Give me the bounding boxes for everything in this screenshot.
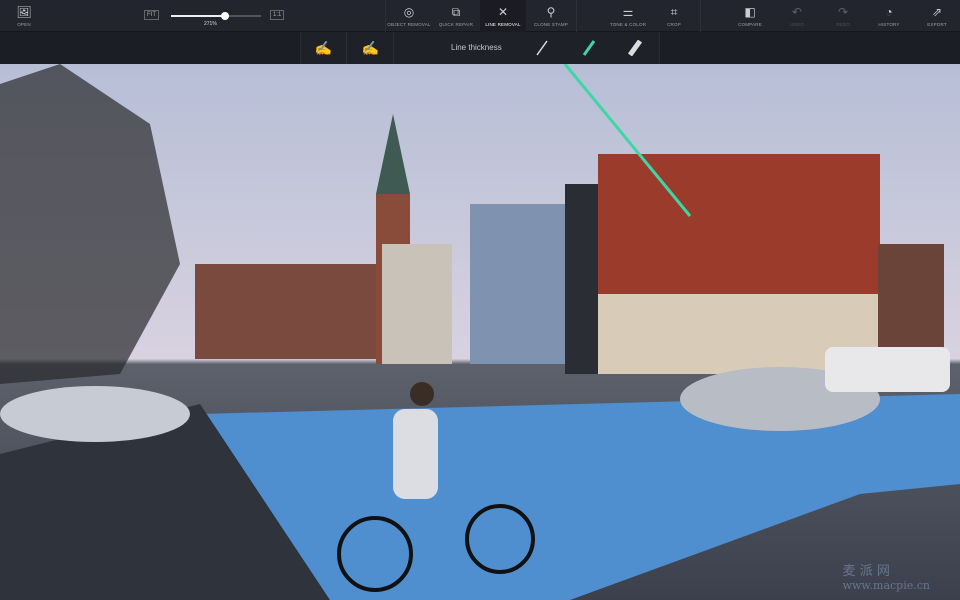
photo-scene xyxy=(0,64,960,600)
crop-icon: ⌗ xyxy=(670,5,678,19)
photo-canvas[interactable]: 麦 派 网 www.macpie.cn xyxy=(0,64,960,600)
history-icon: ◔ xyxy=(885,5,893,19)
zoom-control: FIT 271% 1:1 xyxy=(144,8,290,28)
object-removal-icon: ◎ xyxy=(403,5,415,19)
stamp-icon: ⚲ xyxy=(546,5,556,19)
tool-line-removal[interactable]: ✕ LINE REMOVAL xyxy=(480,0,526,32)
line-thickness-label: Line thickness xyxy=(451,43,502,52)
tool-crop[interactable]: ⌗ CROP xyxy=(656,0,692,32)
tool-quick-repair[interactable]: ⧉ QUICK REPAIR xyxy=(433,0,479,32)
export-icon: ⇗ xyxy=(931,5,943,19)
line-removal-options: ✍ ✍ Line thickness xyxy=(0,32,960,64)
line-removal-icon: ✕ xyxy=(497,5,509,19)
watermark: 麦 派 网 www.macpie.cn xyxy=(842,564,930,592)
tool-object-removal[interactable]: ◎ OBJECT REMOVAL xyxy=(386,0,432,32)
line-eraser-hand-icon: ✍ xyxy=(361,39,380,56)
thickness-thick[interactable] xyxy=(627,40,643,56)
erase-line-mode-button[interactable]: ✍ xyxy=(348,32,394,64)
bandage-icon: ⧉ xyxy=(451,5,461,19)
zoom-slider[interactable] xyxy=(171,12,261,20)
main-toolbar: 🖼 OPEN FIT 271% 1:1 ◎ OBJECT REMOVAL ⧉ QUI… xyxy=(0,0,960,32)
redo-icon: ↷ xyxy=(837,5,849,19)
tool-tone-color[interactable]: ⚌ TONE & COLOR xyxy=(600,0,656,32)
zoom-value: 271% xyxy=(204,21,217,27)
compare-button[interactable]: ◧ COMPARE xyxy=(730,0,770,32)
image-icon: 🖼 xyxy=(16,5,32,19)
thickness-medium[interactable] xyxy=(581,40,597,56)
line-hand-icon: ✍ xyxy=(314,39,333,56)
fit-button[interactable]: FIT xyxy=(144,10,159,20)
tool-clone-stamp[interactable]: ⚲ CLONE STAMP xyxy=(527,0,575,32)
redo-button[interactable]: ↷ REDO xyxy=(828,0,858,32)
undo-icon: ↶ xyxy=(791,5,803,19)
history-button[interactable]: ◔ HISTORY xyxy=(874,0,904,32)
export-button[interactable]: ⇗ EXPORT xyxy=(922,0,952,32)
undo-button[interactable]: ↶ UNDO xyxy=(782,0,812,32)
actual-size-button[interactable]: 1:1 xyxy=(270,10,285,20)
zoom-slider-knob[interactable] xyxy=(221,12,229,20)
compare-icon: ◧ xyxy=(744,5,756,19)
sliders-icon: ⚌ xyxy=(622,5,634,19)
draw-line-mode-button[interactable]: ✍ xyxy=(301,32,347,64)
thickness-thin[interactable] xyxy=(534,40,550,56)
open-button[interactable]: 🖼 OPEN xyxy=(4,0,44,32)
